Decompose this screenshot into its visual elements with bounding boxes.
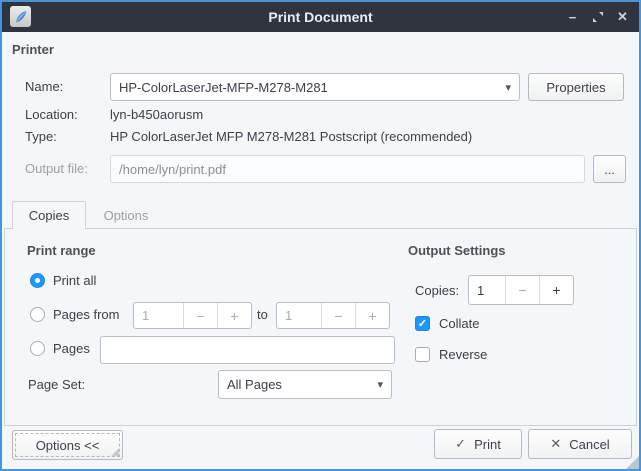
- chevron-down-icon: ▾: [377, 378, 383, 391]
- ellipsis-icon: ...: [604, 162, 615, 177]
- window-title: Print Document: [2, 2, 639, 32]
- chevron-down-icon: ▾: [505, 81, 511, 94]
- pages-to-spinbox[interactable]: 1 − +: [276, 302, 390, 329]
- close-icon: ✕: [617, 9, 628, 25]
- copies-spinbox[interactable]: 1 − +: [468, 275, 574, 305]
- pages-from-minus-button[interactable]: −: [183, 303, 217, 328]
- options-toggle-label: Options <<: [36, 438, 100, 453]
- output-file-label: Output file:: [25, 161, 88, 177]
- collate-label: Collate: [439, 316, 479, 332]
- check-icon: ✓: [455, 436, 466, 452]
- pages-from-label: Pages from: [53, 307, 119, 323]
- plus-icon: +: [230, 308, 238, 324]
- plus-icon: +: [368, 308, 376, 324]
- reverse-label: Reverse: [439, 347, 487, 363]
- print-dialog-window: Print Document − ✕ Printer Name: HP-Colo…: [0, 0, 641, 471]
- check-icon: ✓: [418, 317, 427, 330]
- collate-checkbox[interactable]: ✓: [415, 316, 430, 331]
- printer-name-label: Name:: [25, 79, 63, 95]
- pages-to-label: to: [257, 307, 268, 323]
- radio-print-all[interactable]: [30, 273, 45, 288]
- printer-name-value: HP-ColorLaserJet-MFP-M278-M281: [119, 80, 328, 95]
- button-grip-icon: [111, 448, 119, 456]
- output-file-input[interactable]: /home/lyn/print.pdf: [110, 155, 585, 183]
- print-button-label: Print: [474, 437, 501, 452]
- properties-button-label: Properties: [546, 80, 605, 95]
- print-all-label: Print all: [53, 273, 96, 289]
- minus-icon: −: [334, 308, 342, 324]
- printer-name-combobox[interactable]: HP-ColorLaserJet-MFP-M278-M281 ▾: [110, 73, 520, 101]
- pages-from-plus-button[interactable]: +: [217, 303, 251, 328]
- minus-icon: −: [518, 282, 526, 298]
- print-range-heading: Print range: [27, 243, 96, 259]
- reverse-checkbox[interactable]: [415, 347, 430, 362]
- cancel-button-label: Cancel: [569, 437, 609, 452]
- tab-copies-label: Copies: [29, 208, 69, 223]
- output-settings-heading: Output Settings: [408, 243, 506, 259]
- radio-pages-from[interactable]: [30, 307, 45, 322]
- close-button[interactable]: ✕: [610, 4, 635, 30]
- page-set-value: All Pages: [227, 377, 282, 392]
- window-resize-grip[interactable]: [626, 456, 639, 469]
- location-label: Location:: [25, 107, 78, 123]
- tab-options-label: Options: [104, 208, 149, 223]
- pages-label: Pages: [53, 341, 90, 357]
- pages-from-spinbox[interactable]: 1 − +: [133, 302, 252, 329]
- radio-pages[interactable]: [30, 341, 45, 356]
- browse-output-file-button[interactable]: ...: [593, 155, 626, 183]
- properties-button[interactable]: Properties: [528, 73, 624, 101]
- x-icon: ✕: [550, 436, 561, 452]
- maximize-icon: [592, 11, 604, 23]
- copies-plus-button[interactable]: +: [539, 276, 573, 304]
- options-toggle-button[interactable]: Options <<: [12, 430, 123, 460]
- tab-options[interactable]: Options: [86, 201, 166, 229]
- location-value: lyn-b450aorusm: [110, 107, 203, 123]
- minimize-button[interactable]: −: [560, 4, 585, 30]
- type-label: Type:: [25, 129, 57, 145]
- tab-copies[interactable]: Copies: [12, 201, 86, 229]
- output-file-value: /home/lyn/print.pdf: [119, 162, 226, 177]
- pages-to-value[interactable]: 1: [277, 303, 321, 328]
- plus-icon: +: [552, 282, 560, 298]
- titlebar[interactable]: Print Document − ✕: [2, 2, 639, 32]
- copies-count-label: Copies:: [415, 283, 459, 299]
- pages-to-minus-button[interactable]: −: [321, 303, 355, 328]
- pages-ranges-input[interactable]: [100, 336, 395, 364]
- copies-value[interactable]: 1: [469, 276, 505, 304]
- type-value: HP ColorLaserJet MFP M278-M281 Postscrip…: [110, 129, 472, 145]
- window-controls: − ✕: [560, 2, 635, 32]
- cancel-button[interactable]: ✕ Cancel: [528, 429, 632, 459]
- minus-icon: −: [196, 308, 204, 324]
- pages-to-plus-button[interactable]: +: [355, 303, 389, 328]
- print-button[interactable]: ✓ Print: [434, 429, 522, 459]
- minimize-icon: −: [569, 10, 577, 25]
- copies-minus-button[interactable]: −: [505, 276, 539, 304]
- printer-section-heading: Printer: [12, 42, 54, 58]
- maximize-button[interactable]: [585, 4, 610, 30]
- pages-from-value[interactable]: 1: [134, 303, 183, 328]
- page-set-label: Page Set:: [28, 377, 85, 393]
- page-set-combobox[interactable]: All Pages ▾: [218, 370, 392, 399]
